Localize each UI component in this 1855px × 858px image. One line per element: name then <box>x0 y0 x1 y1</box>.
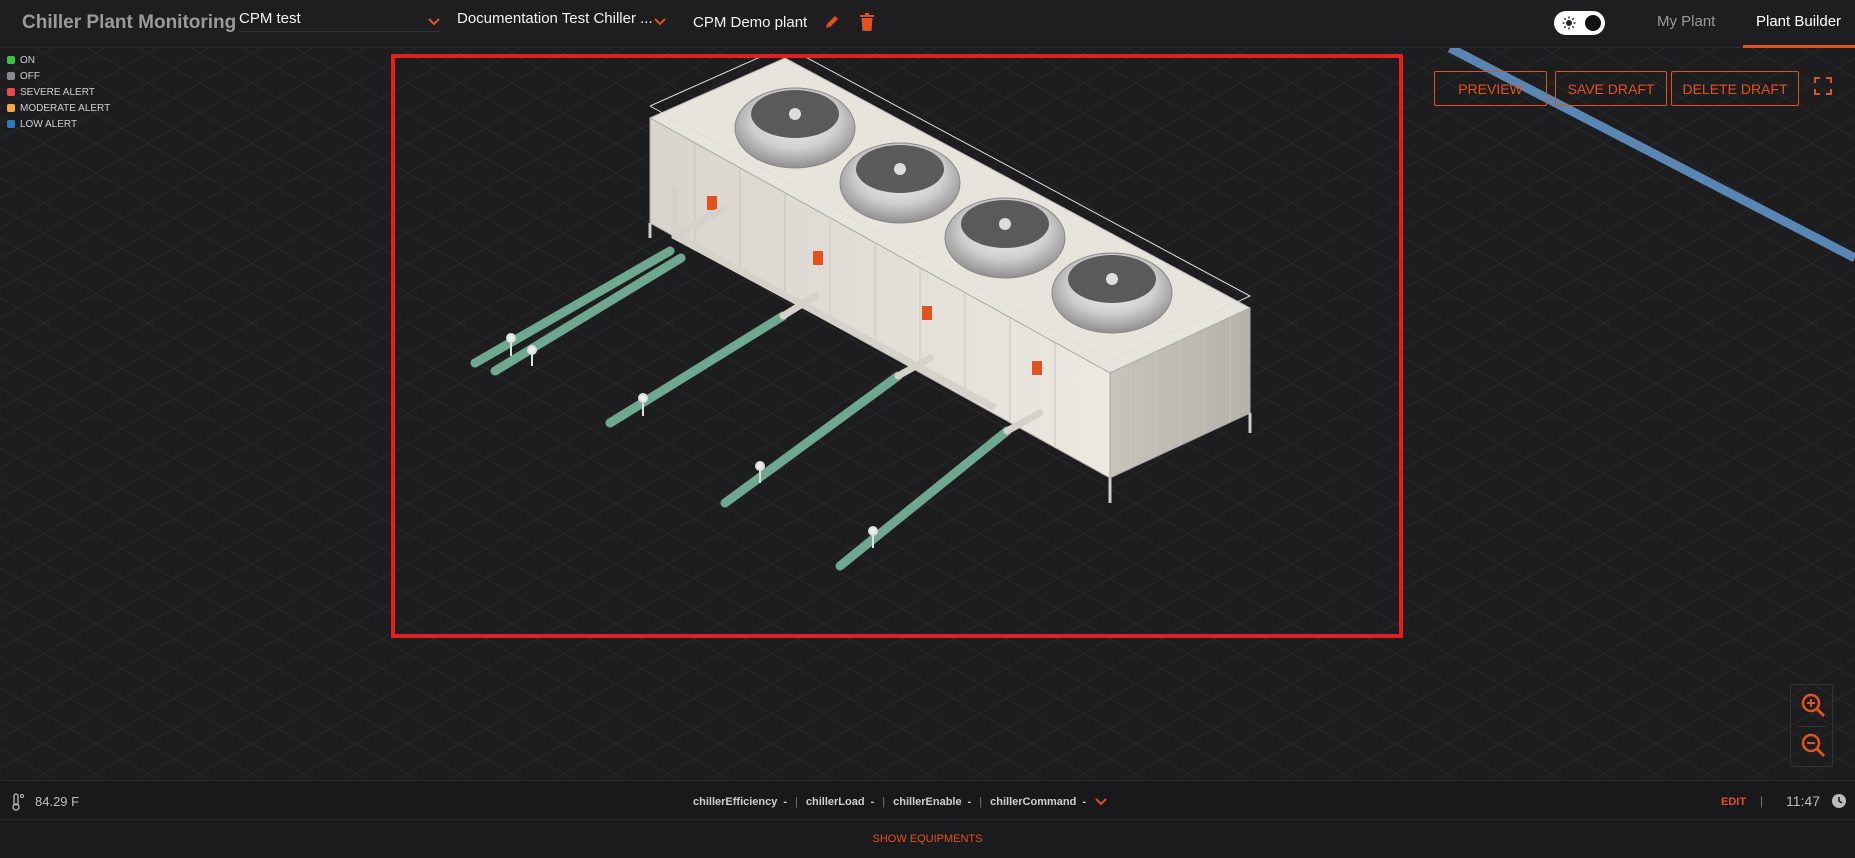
param-divider: | <box>795 796 798 808</box>
theme-toggle[interactable] <box>1554 11 1605 35</box>
zoom-controls <box>1790 684 1833 767</box>
current-time: 11:47 <box>1786 793 1820 809</box>
fan-3 <box>944 197 1066 279</box>
legend-swatch <box>7 104 15 112</box>
chevron-down-icon <box>428 18 440 26</box>
tab-my-plant[interactable]: My Plant <box>1657 13 1715 30</box>
legend-label: MODERATE ALERT <box>20 102 111 114</box>
status-legend: ON OFF SEVERE ALERT MODERATE ALERT LOW A… <box>7 52 110 132</box>
edit-link[interactable]: EDIT <box>1721 796 1746 808</box>
plant-name: CPM Demo plant <box>693 14 808 31</box>
zoom-divider <box>1797 726 1827 727</box>
legend-swatch <box>7 120 15 128</box>
legend-item-moderate: MODERATE ALERT <box>7 100 110 116</box>
zoom-out-icon[interactable] <box>1799 731 1827 759</box>
show-equipments-button[interactable]: SHOW EQUIPMENTS <box>0 821 1855 858</box>
thermometer-icon <box>12 793 24 811</box>
site-select-value: CPM test <box>239 10 301 27</box>
legend-label: SEVERE ALERT <box>20 86 95 98</box>
fan-1 <box>734 87 856 169</box>
delete-draft-button[interactable]: DELETE DRAFT <box>1671 71 1799 106</box>
legend-swatch <box>7 72 15 80</box>
param-name: chillerEfficiency <box>693 796 778 808</box>
trash-icon[interactable] <box>858 12 876 32</box>
preview-button[interactable]: PREVIEW <box>1434 71 1547 106</box>
param-value: - <box>783 796 788 808</box>
site-select[interactable]: CPM test <box>239 10 441 32</box>
param-divider: | <box>882 796 886 808</box>
sun-icon <box>1562 16 1576 30</box>
chevron-down-icon[interactable] <box>1094 795 1108 809</box>
chevron-down-icon <box>654 18 666 26</box>
legend-label: OFF <box>20 70 40 82</box>
cooling-tower[interactable] <box>395 58 1399 634</box>
param-name: chillerEnable <box>893 796 962 808</box>
param-value: - <box>870 796 875 808</box>
legend-item-off: OFF <box>7 68 110 84</box>
tab-plant-builder[interactable]: Plant Builder <box>1756 13 1841 30</box>
zoom-in-icon[interactable] <box>1799 691 1827 719</box>
legend-swatch <box>7 88 15 96</box>
param-value: - <box>967 796 972 808</box>
legend-label: ON <box>20 54 35 66</box>
toggle-knob <box>1585 15 1601 31</box>
plant-canvas[interactable]: ON OFF SEVERE ALERT MODERATE ALERT LOW A… <box>0 48 1855 779</box>
param-value: - <box>1082 796 1086 808</box>
status-divider: | <box>1760 794 1764 808</box>
fullscreen-icon[interactable] <box>1813 76 1833 96</box>
legend-swatch <box>7 56 15 64</box>
status-bar: 84.29 F chillerEfficiency - | chillerLoa… <box>0 780 1855 820</box>
chiller-select-value: Documentation Test Chiller ... <box>457 10 653 27</box>
gauges <box>506 333 878 548</box>
save-draft-button[interactable]: SAVE DRAFT <box>1555 71 1667 106</box>
fan-4 <box>1051 252 1173 334</box>
clock-icon <box>1832 794 1846 808</box>
legend-label: LOW ALERT <box>20 118 78 130</box>
top-bar: Chiller Plant Monitoring CPM test Docume… <box>0 0 1855 48</box>
legend-item-on: ON <box>7 52 110 68</box>
param-name: chillerCommand <box>990 796 1077 808</box>
legend-item-low: LOW ALERT <box>7 116 110 132</box>
pencil-icon[interactable] <box>823 13 841 31</box>
fan-2 <box>839 142 961 224</box>
param-name: chillerLoad <box>805 796 865 808</box>
chiller-params: chillerEfficiency - | chillerLoad - | ch… <box>693 795 1108 809</box>
legend-item-severe: SEVERE ALERT <box>7 84 110 100</box>
param-divider: | <box>979 796 983 808</box>
app-title: Chiller Plant Monitoring <box>22 12 237 33</box>
outdoor-temperature: 84.29 F <box>35 794 80 809</box>
chiller-select[interactable]: Documentation Test Chiller ... <box>457 10 667 32</box>
